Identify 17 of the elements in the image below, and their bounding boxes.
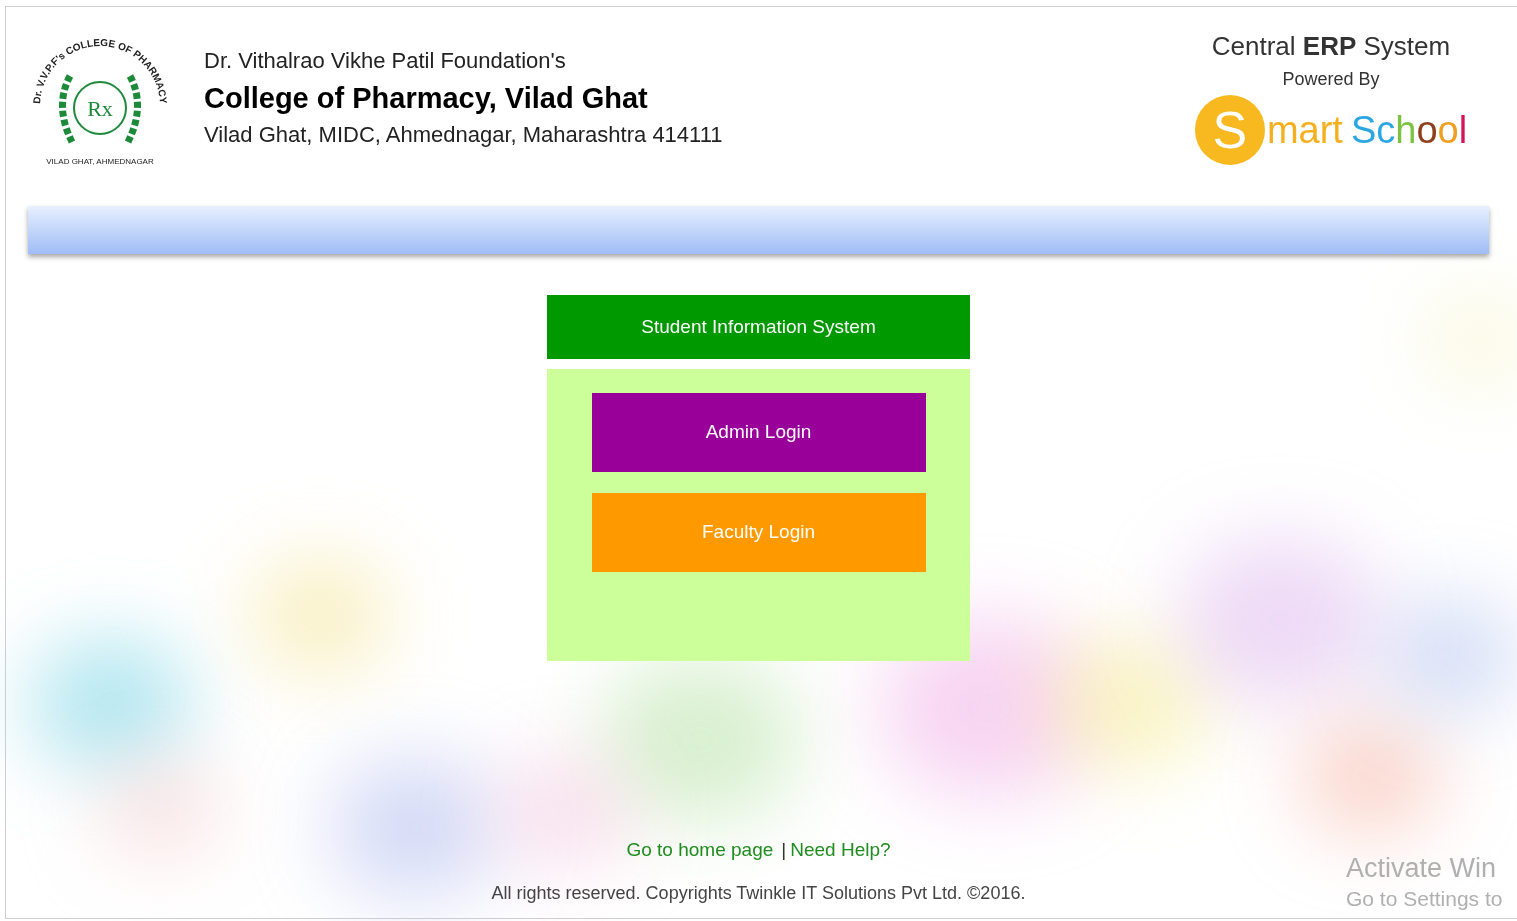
seal-monogram: Rx: [87, 96, 113, 121]
seal-bottom-text: VILAD GHAT, AHMEDNAGAR: [46, 157, 154, 166]
panel-title: Student Information System: [547, 295, 970, 359]
emblem-ring-icon: [73, 81, 127, 135]
copyright-text: All rights reserved. Copyrights Twinkle IT Solutions Pvt Ltd. ©2016.: [491, 882, 1026, 905]
foundation-name: Dr. Vithalrao Vikhe Patil Foundation's: [204, 47, 567, 75]
college-address: Vilad Ghat, MIDC, Ahmednagar, Maharashtra 414111: [204, 121, 723, 149]
activation-notice: Activate Win: [1346, 852, 1498, 884]
link-separator: |: [781, 837, 787, 862]
home-page-link[interactable]: Go to home page: [626, 835, 774, 864]
powered-by-label: Powered By: [1282, 68, 1380, 91]
college-name: College of Pharmacy, Vilad Ghat: [204, 81, 649, 116]
help-link[interactable]: Need Help?: [790, 835, 891, 864]
smart-school-logo: S mart School: [1194, 95, 1468, 165]
erp-title: Central ERP System: [1211, 30, 1451, 62]
login-button[interactable]: Admin Login: [591, 393, 926, 472]
activation-hint: Go to Settings to: [1346, 886, 1503, 912]
